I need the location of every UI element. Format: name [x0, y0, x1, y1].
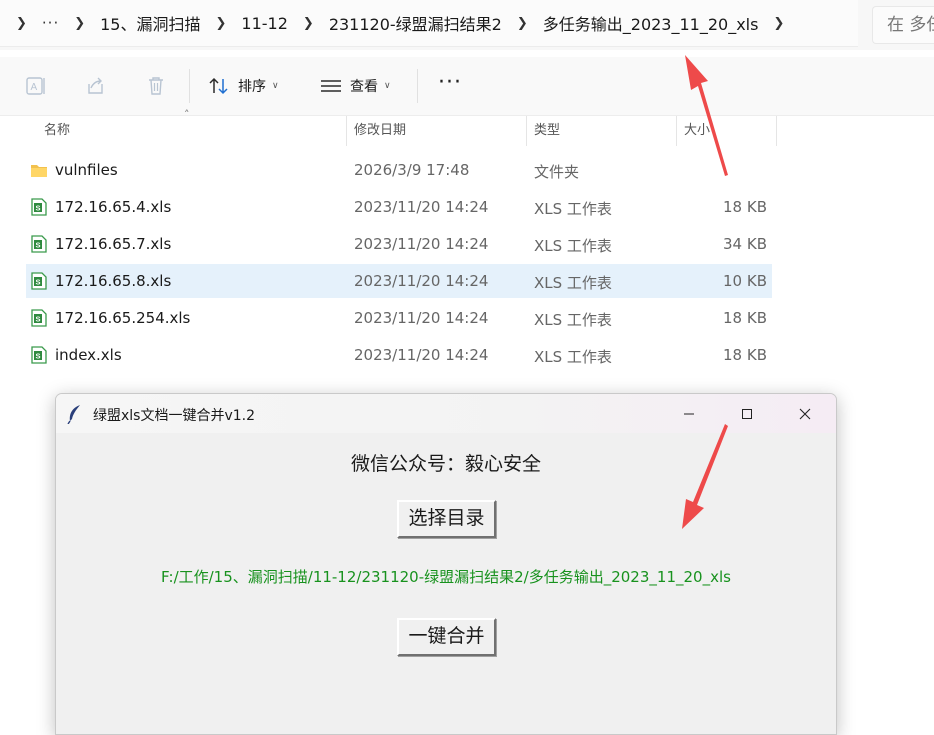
chevron-right-icon[interactable]: ❯: [201, 16, 242, 31]
svg-text:A: A: [31, 82, 38, 93]
file-date: 2023/11/20 14:24: [354, 235, 489, 253]
file-date: 2026/3/9 17:48: [354, 161, 470, 179]
command-bar: [0, 57, 934, 116]
file-row[interactable]: S index.xls 2023/11/20 14:24 XLS 工作表 18 …: [26, 338, 772, 372]
chevron-right-icon[interactable]: ❯: [0, 16, 42, 31]
column-divider[interactable]: [526, 116, 527, 146]
breadcrumb: ❯ ··· ❯ 15、漏洞扫描 ❯ 11-12 ❯ 231120-绿盟漏扫结果2…: [0, 0, 858, 47]
xls-file-icon: S: [31, 272, 47, 290]
maximize-button[interactable]: [718, 394, 776, 433]
file-date: 2023/11/20 14:24: [354, 309, 489, 327]
select-directory-button[interactable]: 选择目录: [397, 500, 496, 538]
column-header-type[interactable]: 类型: [534, 116, 560, 146]
search-input[interactable]: 在 多任: [872, 6, 934, 44]
column-header-name[interactable]: 名称: [44, 116, 70, 146]
file-row[interactable]: S 172.16.65.7.xls 2023/11/20 14:24 XLS 工…: [26, 227, 772, 261]
minimize-icon: [684, 413, 694, 414]
file-size: 34 KB: [723, 235, 767, 253]
breadcrumb-item-current[interactable]: 多任务输出_2023_11_20_xls: [543, 11, 759, 35]
file-row[interactable]: S 172.16.65.4.xls 2023/11/20 14:24 XLS 工…: [26, 190, 772, 224]
breadcrumb-item[interactable]: 231120-绿盟漏扫结果2: [329, 11, 502, 35]
file-size: 18 KB: [723, 198, 767, 216]
file-type: XLS 工作表: [534, 348, 612, 366]
chevron-down-icon: ∨: [384, 81, 391, 91]
file-date: 2023/11/20 14:24: [354, 272, 489, 290]
svg-text:S: S: [36, 204, 41, 213]
share-icon[interactable]: [85, 75, 107, 97]
maximize-icon: [742, 408, 752, 419]
file-type: XLS 工作表: [534, 200, 612, 218]
view-button[interactable]: 查看 ∨: [320, 74, 391, 98]
file-row-selected[interactable]: S 172.16.65.8.xls 2023/11/20 14:24 XLS 工…: [26, 264, 772, 298]
file-size: 10 KB: [723, 272, 767, 290]
chevron-right-icon[interactable]: ❯: [288, 16, 329, 31]
view-icon: [321, 80, 341, 92]
column-divider[interactable]: [676, 116, 677, 146]
view-label: 查看: [350, 79, 378, 95]
file-row[interactable]: S 172.16.65.254.xls 2023/11/20 14:24 XLS…: [26, 301, 772, 335]
file-size: 18 KB: [723, 346, 767, 364]
column-divider[interactable]: [776, 116, 777, 146]
window-titlebar[interactable]: 绿盟xls文档一键合并v1.2: [56, 394, 836, 433]
wechat-account-heading: 微信公众号：毅心安全: [350, 453, 541, 475]
toolbar-divider: [189, 69, 190, 103]
file-name: vulnfiles: [55, 161, 118, 179]
merge-tool-window: 绿盟xls文档一键合并v1.2 微信公众号：毅心安全 选择目录 F:/工作/15…: [55, 393, 837, 735]
file-name: 172.16.65.4.xls: [55, 198, 172, 216]
file-size: 18 KB: [723, 309, 767, 327]
more-options-button[interactable]: ···: [438, 72, 462, 94]
file-date: 2023/11/20 14:24: [354, 198, 489, 216]
xls-file-icon: S: [31, 309, 47, 327]
selected-path-label: F:/工作/15、漏洞扫描/11-12/231120-绿盟漏扫结果2/多任务输出…: [161, 568, 731, 586]
sort-icon: [209, 77, 228, 95]
svg-text:S: S: [36, 241, 41, 250]
column-header-date[interactable]: 修改日期: [354, 116, 406, 146]
xls-file-icon: S: [31, 346, 47, 364]
sort-button[interactable]: 排序 ∨: [208, 74, 279, 98]
file-type: 文件夹: [534, 163, 580, 181]
close-button[interactable]: [776, 394, 834, 433]
chevron-right-icon[interactable]: ❯: [59, 16, 100, 31]
chevron-down-icon: ∨: [272, 81, 279, 91]
column-header-size[interactable]: 大小: [684, 116, 710, 146]
file-type: XLS 工作表: [534, 311, 612, 329]
merge-button[interactable]: 一键合并: [397, 618, 496, 656]
toolbar-divider: [417, 69, 418, 103]
xls-file-icon: S: [31, 198, 47, 216]
file-name: 172.16.65.7.xls: [55, 235, 172, 253]
xls-file-icon: S: [31, 235, 47, 253]
address-bar: ❯ ··· ❯ 15、漏洞扫描 ❯ 11-12 ❯ 231120-绿盟漏扫结果2…: [0, 0, 934, 50]
file-name: 172.16.65.8.xls: [55, 272, 172, 290]
sort-label: 排序: [238, 79, 266, 95]
svg-text:S: S: [36, 315, 41, 324]
file-type: XLS 工作表: [534, 237, 612, 255]
minimize-button[interactable]: [660, 394, 718, 433]
file-date: 2023/11/20 14:24: [354, 346, 489, 364]
folder-icon: [31, 165, 47, 177]
close-icon: [799, 408, 811, 419]
file-row[interactable]: vulnfiles 2026/3/9 17:48 文件夹: [26, 153, 772, 187]
svg-text:S: S: [36, 278, 41, 287]
window-title: 绿盟xls文档一键合并v1.2: [93, 408, 256, 424]
breadcrumb-item[interactable]: 15、漏洞扫描: [100, 11, 200, 35]
delete-icon[interactable]: [145, 75, 167, 97]
feather-icon: [67, 405, 80, 424]
column-divider[interactable]: [346, 116, 347, 146]
file-name: index.xls: [55, 346, 122, 364]
chevron-right-icon[interactable]: ❯: [502, 16, 543, 31]
sort-ascending-icon: ˄: [184, 108, 190, 121]
svg-text:S: S: [36, 352, 41, 361]
rename-icon[interactable]: A: [25, 75, 47, 97]
file-type: XLS 工作表: [534, 274, 612, 292]
file-name: 172.16.65.254.xls: [55, 309, 191, 327]
breadcrumb-item[interactable]: 11-12: [241, 14, 288, 33]
chevron-right-icon[interactable]: ❯: [758, 16, 799, 31]
breadcrumb-overflow-button[interactable]: ···: [42, 14, 59, 32]
